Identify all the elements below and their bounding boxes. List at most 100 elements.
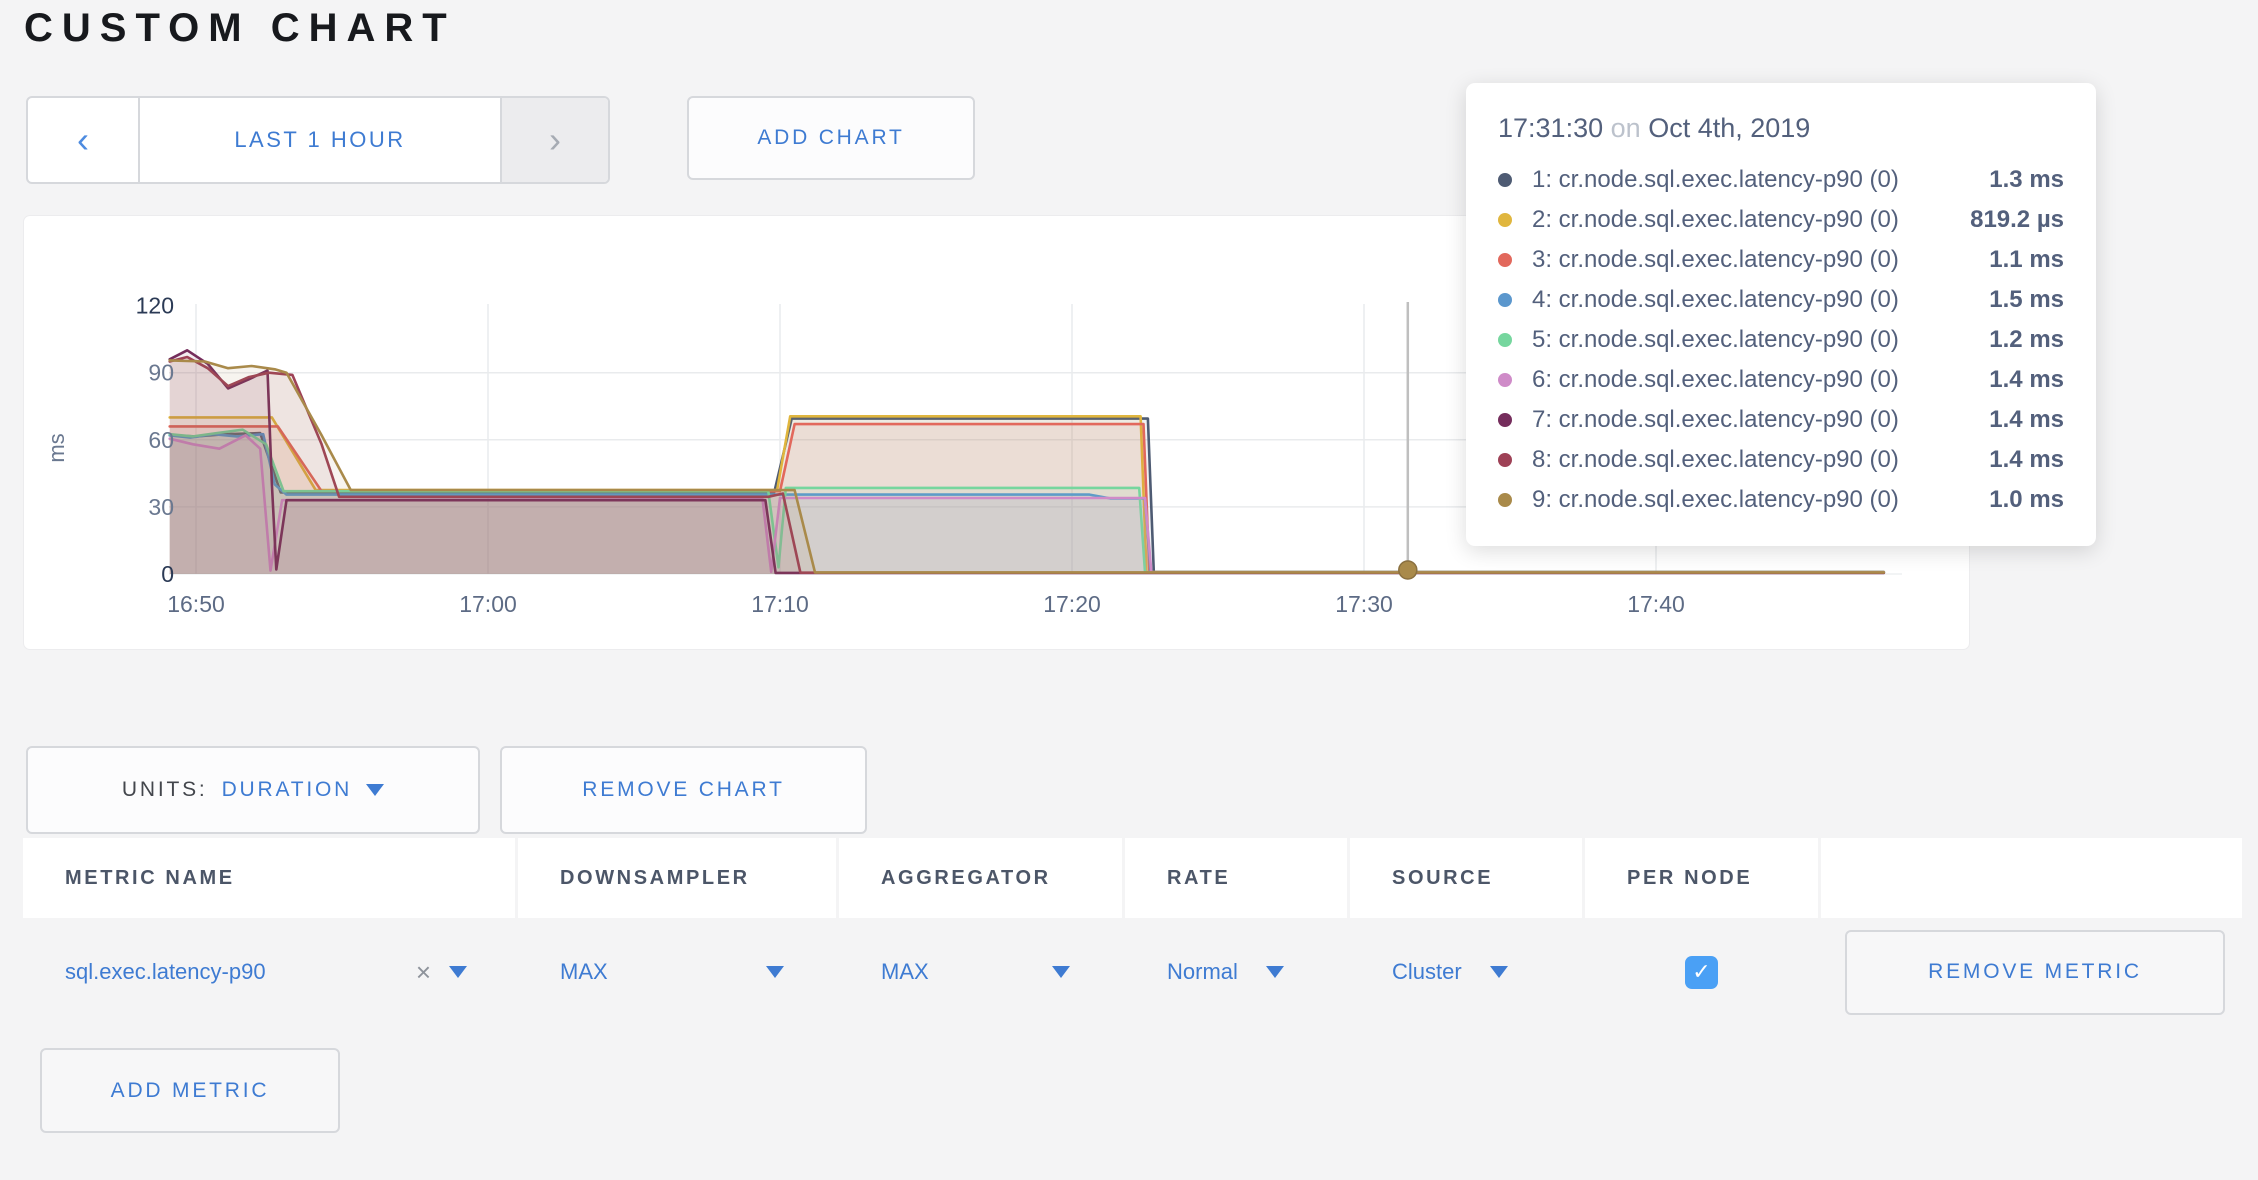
per-node-cell: ✓	[1585, 918, 1818, 1026]
tooltip-timestamp: 17:31:30 on Oct 4th, 2019	[1498, 113, 2064, 144]
series-value: 1.2 ms	[1989, 326, 2064, 354]
tooltip-series-row: 3: cr.node.sql.exec.latency-p90 (0) 1.1 m…	[1498, 240, 2064, 280]
series-value: 1.0 ms	[1989, 486, 2064, 514]
series-value: 1.4 ms	[1989, 366, 2064, 394]
y-axis-tick-label: 90	[148, 360, 174, 386]
time-range-label: LAST 1 HOUR	[234, 127, 405, 153]
series-color-dot-icon	[1498, 293, 1512, 307]
add-chart-label: ADD CHART	[757, 126, 904, 150]
rate-dropdown[interactable]: Normal	[1125, 918, 1347, 1026]
aggregator-value: MAX	[881, 959, 929, 985]
table-header-per-node: PER NODE	[1585, 838, 1818, 918]
metrics-table: METRIC NAMEDOWNSAMPLERAGGREGATORRATESOUR…	[23, 838, 2242, 1026]
clear-metric-icon[interactable]: ×	[416, 957, 431, 988]
series-color-dot-icon	[1498, 173, 1512, 187]
remove-chart-button[interactable]: REMOVE CHART	[500, 746, 867, 834]
chevron-right-icon: ›	[549, 122, 561, 158]
table-header-empty	[1821, 838, 2242, 918]
table-header-source: SOURCE	[1350, 838, 1582, 918]
series-value: 1.5 ms	[1989, 286, 2064, 314]
series-color-dot-icon	[1498, 413, 1512, 427]
series-color-dot-icon	[1498, 493, 1512, 507]
series-color-dot-icon	[1498, 333, 1512, 347]
series-label: 3: cr.node.sql.exec.latency-p90 (0)	[1532, 246, 1977, 274]
tooltip-rows: 1: cr.node.sql.exec.latency-p90 (0) 1.3 m…	[1498, 160, 2064, 520]
y-axis-tick-label: 30	[148, 494, 174, 520]
tooltip-series-row: 4: cr.node.sql.exec.latency-p90 (0) 1.5 m…	[1498, 280, 2064, 320]
page-title: CUSTOM CHART	[24, 6, 456, 51]
tooltip-series-row: 7: cr.node.sql.exec.latency-p90 (0) 1.4 m…	[1498, 400, 2064, 440]
add-metric-button[interactable]: ADD METRIC	[40, 1048, 340, 1133]
x-axis-tick-label: 17:40	[1627, 591, 1685, 617]
tooltip-series-row: 5: cr.node.sql.exec.latency-p90 (0) 1.2 m…	[1498, 320, 2064, 360]
tooltip-series-row: 2: cr.node.sql.exec.latency-p90 (0) 819.2…	[1498, 200, 2064, 240]
series-color-dot-icon	[1498, 453, 1512, 467]
source-value: Cluster	[1392, 959, 1462, 985]
remove-chart-label: REMOVE CHART	[582, 778, 784, 802]
series-label: 5: cr.node.sql.exec.latency-p90 (0)	[1532, 326, 1977, 354]
per-node-checkbox[interactable]: ✓	[1685, 956, 1718, 989]
y-axis-unit-label: ms	[44, 433, 69, 462]
tooltip-series-row: 6: cr.node.sql.exec.latency-p90 (0) 1.4 m…	[1498, 360, 2064, 400]
time-range-prev-button[interactable]: ‹	[28, 98, 140, 182]
x-axis-tick-label: 17:00	[459, 591, 517, 617]
series-label: 7: cr.node.sql.exec.latency-p90 (0)	[1532, 406, 1977, 434]
remove-metric-button[interactable]: REMOVE METRIC	[1845, 930, 2225, 1015]
series-value: 1.1 ms	[1989, 246, 2064, 274]
series-label: 2: cr.node.sql.exec.latency-p90 (0)	[1532, 206, 1958, 234]
series-value: 1.3 ms	[1989, 166, 2064, 194]
series-value: 1.4 ms	[1989, 446, 2064, 474]
series-label: 4: cr.node.sql.exec.latency-p90 (0)	[1532, 286, 1977, 314]
table-header-aggregator: AGGREGATOR	[839, 838, 1122, 918]
crosshair-dot	[1399, 561, 1417, 579]
time-range-next-button[interactable]: ›	[500, 98, 608, 182]
rate-value: Normal	[1167, 959, 1238, 985]
tooltip-series-row: 1: cr.node.sql.exec.latency-p90 (0) 1.3 m…	[1498, 160, 2064, 200]
series-label: 8: cr.node.sql.exec.latency-p90 (0)	[1532, 446, 1977, 474]
units-value: DURATION	[222, 778, 353, 802]
add-metric-label: ADD METRIC	[111, 1079, 270, 1103]
downsampler-dropdown[interactable]: MAX	[518, 918, 836, 1026]
series-label: 6: cr.node.sql.exec.latency-p90 (0)	[1532, 366, 1977, 394]
chevron-left-icon: ‹	[77, 122, 89, 158]
chevron-down-icon	[366, 784, 384, 796]
series-color-dot-icon	[1498, 253, 1512, 267]
y-axis-tick-label: 0	[161, 561, 174, 587]
metric-name-cell: sql.exec.latency-p90 ×	[23, 918, 515, 1026]
units-label: UNITS:	[122, 778, 208, 802]
time-range-control: ‹ LAST 1 HOUR ›	[26, 96, 610, 184]
downsampler-value: MAX	[560, 959, 608, 985]
chart-hover-tooltip: 17:31:30 on Oct 4th, 2019 1: cr.node.sql…	[1466, 83, 2096, 546]
aggregator-dropdown[interactable]: MAX	[839, 918, 1122, 1026]
remove-metric-cell: REMOVE METRIC	[1821, 918, 2242, 1026]
x-axis-tick-label: 17:30	[1335, 591, 1393, 617]
series-label: 9: cr.node.sql.exec.latency-p90 (0)	[1532, 486, 1977, 514]
y-axis-tick-label: 60	[148, 427, 174, 453]
chevron-down-icon	[1052, 966, 1070, 978]
x-axis-tick-label: 17:10	[751, 591, 809, 617]
chevron-down-icon	[1490, 966, 1508, 978]
chevron-down-icon	[766, 966, 784, 978]
chevron-down-icon	[1266, 966, 1284, 978]
series-label: 1: cr.node.sql.exec.latency-p90 (0)	[1532, 166, 1977, 194]
time-range-label-button[interactable]: LAST 1 HOUR	[140, 98, 500, 182]
series-color-dot-icon	[1498, 213, 1512, 227]
x-axis-tick-label: 17:20	[1043, 591, 1101, 617]
metric-dropdown-caret-icon[interactable]	[449, 966, 467, 978]
table-header-downsampler: DOWNSAMPLER	[518, 838, 836, 918]
tooltip-series-row: 8: cr.node.sql.exec.latency-p90 (0) 1.4 m…	[1498, 440, 2064, 480]
metric-name-value[interactable]: sql.exec.latency-p90	[65, 959, 416, 985]
add-chart-button[interactable]: ADD CHART	[687, 96, 975, 180]
series-value: 1.4 ms	[1989, 406, 2064, 434]
table-header-metric-name: METRIC NAME	[23, 838, 515, 918]
tooltip-time: 17:31:30	[1498, 113, 1603, 143]
table-header-rate: RATE	[1125, 838, 1347, 918]
y-axis-tick-label: 120	[136, 293, 174, 319]
units-dropdown[interactable]: UNITS: DURATION	[26, 746, 480, 834]
series-color-dot-icon	[1498, 373, 1512, 387]
x-axis-tick-label: 16:50	[167, 591, 225, 617]
source-dropdown[interactable]: Cluster	[1350, 918, 1582, 1026]
tooltip-series-row: 9: cr.node.sql.exec.latency-p90 (0) 1.0 m…	[1498, 480, 2064, 520]
remove-metric-label: REMOVE METRIC	[1928, 960, 2142, 984]
series-value: 819.2 µs	[1970, 206, 2064, 234]
